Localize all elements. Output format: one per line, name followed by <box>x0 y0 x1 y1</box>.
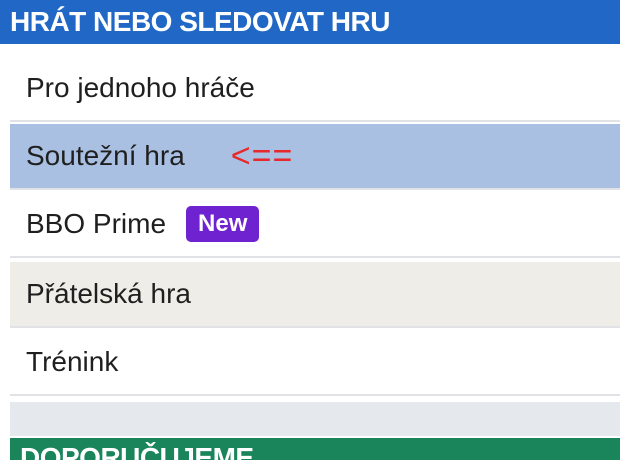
play-or-watch-panel: HRÁT NEBO SLEDOVAT HRU Pro jednoho hráče… <box>0 0 630 460</box>
recommended-section-header: DOPORUČUJEME <box>10 438 620 460</box>
menu-spacer <box>10 402 620 436</box>
recommended-section-title: DOPORUČUJEME <box>20 442 254 460</box>
section-header-title: HRÁT NEBO SLEDOVAT HRU <box>10 6 390 37</box>
menu-item-label: Přátelská hra <box>26 278 191 309</box>
menu-item-label: BBO Prime <box>26 208 167 239</box>
menu-item-training[interactable]: Trénink <box>10 330 620 396</box>
new-badge: New <box>186 206 260 242</box>
menu-item-competitive-play[interactable]: Soutežní hra <== <box>10 124 620 190</box>
menu-item-bbo-prime[interactable]: BBO Prime New <box>10 192 620 258</box>
left-arrow-annotation: <== <box>230 137 294 175</box>
section-header: HRÁT NEBO SLEDOVAT HRU <box>0 0 620 44</box>
menu-item-label: Pro jednoho hráče <box>26 72 255 103</box>
menu-item-friendly-play[interactable]: Přátelská hra <box>10 262 620 328</box>
menu-item-label: Soutežní hra <box>26 140 185 171</box>
menu-item-single-player[interactable]: Pro jednoho hráče <box>10 56 620 122</box>
menu-item-label: Trénink <box>26 346 119 377</box>
